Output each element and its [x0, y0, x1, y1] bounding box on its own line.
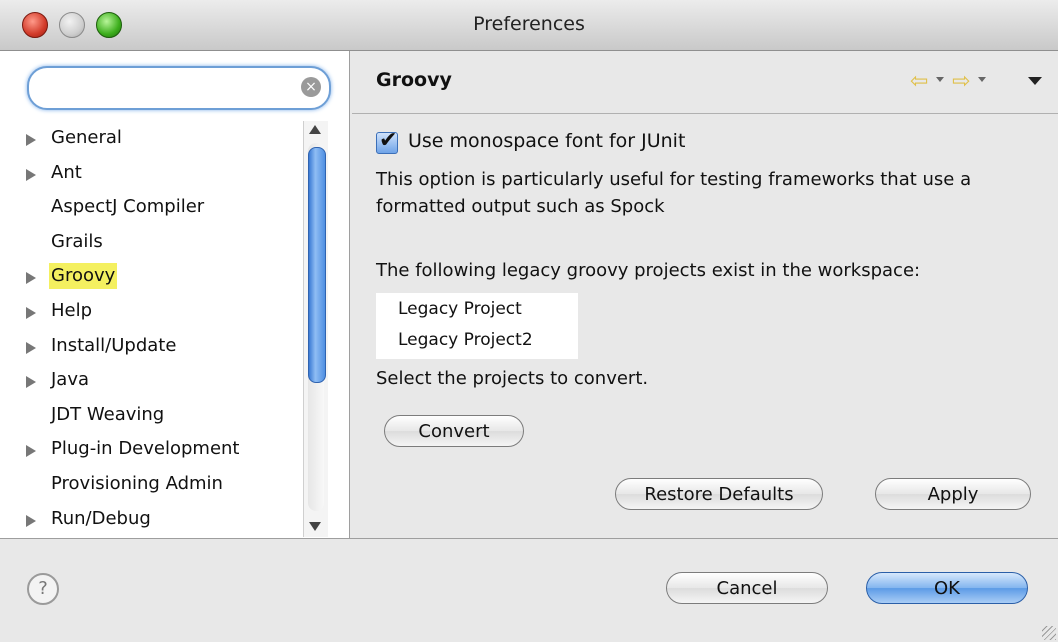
- legacy-projects-list[interactable]: Legacy Project Legacy Project2: [376, 293, 578, 359]
- tree-item-groovy[interactable]: Groovy: [0, 259, 305, 294]
- tree-item-help[interactable]: Help: [0, 294, 305, 329]
- tree-item-label: JDT Weaving: [51, 403, 165, 425]
- back-history-dropdown-icon[interactable]: [936, 77, 944, 82]
- tree-item-install-update[interactable]: Install/Update: [0, 329, 305, 364]
- scrollbar-thumb[interactable]: [308, 147, 326, 383]
- tree-item-label: Provisioning Admin: [51, 472, 223, 494]
- view-menu-icon[interactable]: [1028, 77, 1042, 85]
- filter-input[interactable]: [45, 74, 289, 100]
- filter-field[interactable]: ×: [27, 66, 331, 110]
- scroll-up-arrow-icon[interactable]: [309, 125, 321, 134]
- tree-item-label: AspectJ Compiler: [51, 196, 205, 218]
- forward-arrow-icon[interactable]: ⇨: [952, 69, 970, 94]
- tree-item-label: Java: [51, 369, 90, 391]
- monospace-description: This option is particularly useful for t…: [376, 169, 972, 217]
- checkmark-icon: ✔: [379, 128, 398, 153]
- groovy-preference-page: ✔ Use monospace font for JUnit This opti…: [352, 114, 1058, 538]
- tree-item-label: Grails: [51, 230, 103, 252]
- back-arrow-icon[interactable]: ⇦: [910, 69, 928, 94]
- resize-grip-icon[interactable]: [1042, 626, 1056, 640]
- legacy-projects-heading: The following legacy groovy projects exi…: [376, 260, 921, 281]
- tree-item-label: Ant: [51, 161, 82, 183]
- tree-item-label: Groovy: [49, 263, 118, 290]
- window-title: Preferences: [473, 13, 585, 35]
- clear-filter-icon[interactable]: ×: [301, 77, 321, 97]
- cancel-button[interactable]: Cancel: [666, 572, 828, 604]
- preference-navigation-pane: × General Ant AspectJ Compiler Grails Gr…: [0, 51, 350, 538]
- preference-tree: General Ant AspectJ Compiler Grails Groo…: [0, 121, 305, 536]
- tree-item-label: Help: [51, 299, 93, 321]
- tree-item-aspectj-compiler[interactable]: AspectJ Compiler: [0, 190, 305, 225]
- convert-button[interactable]: Convert: [384, 415, 524, 447]
- tree-item-plug-in-development[interactable]: Plug-in Development: [0, 432, 305, 467]
- expand-arrow-icon[interactable]: [26, 134, 36, 146]
- page-header: Groovy ⇦ ⇨: [352, 51, 1058, 114]
- list-item[interactable]: Legacy Project2: [398, 330, 533, 350]
- tree-scrollbar[interactable]: [303, 121, 328, 537]
- monospace-font-checkbox[interactable]: ✔: [376, 128, 398, 154]
- tree-item-jdt-weaving[interactable]: JDT Weaving: [0, 398, 305, 433]
- dialog-button-bar: ? Cancel OK: [0, 538, 1058, 642]
- tree-item-java[interactable]: Java: [0, 363, 305, 398]
- preferences-window: Preferences × General Ant AspectJ Compil…: [0, 0, 1058, 642]
- expand-arrow-icon[interactable]: [26, 341, 36, 354]
- title-bar[interactable]: Preferences: [0, 0, 1058, 51]
- select-projects-hint: Select the projects to convert.: [376, 368, 649, 389]
- help-icon[interactable]: ?: [27, 573, 59, 605]
- expand-arrow-icon[interactable]: [26, 376, 36, 389]
- tree-item-label: General: [51, 127, 122, 148]
- tree-item-ant[interactable]: Ant: [0, 156, 305, 191]
- forward-history-dropdown-icon[interactable]: [978, 77, 986, 82]
- apply-button[interactable]: Apply: [875, 478, 1031, 510]
- expand-arrow-icon[interactable]: [26, 306, 36, 319]
- expand-arrow-icon[interactable]: [26, 168, 36, 181]
- scroll-down-arrow-icon[interactable]: [309, 522, 321, 531]
- tree-item-grails[interactable]: Grails: [0, 225, 305, 260]
- page-title: Groovy: [376, 69, 452, 91]
- tree-item-label: Run/Debug: [51, 507, 151, 529]
- tree-item-provisioning-admin[interactable]: Provisioning Admin: [0, 467, 305, 502]
- tree-item-run-debug[interactable]: Run/Debug: [0, 502, 305, 537]
- expand-arrow-icon[interactable]: [26, 272, 36, 285]
- restore-defaults-button[interactable]: Restore Defaults: [615, 478, 823, 510]
- tree-item-label: Plug-in Development: [51, 438, 240, 460]
- list-item[interactable]: Legacy Project: [398, 299, 522, 319]
- expand-arrow-icon[interactable]: [26, 514, 36, 527]
- expand-arrow-icon[interactable]: [26, 445, 36, 458]
- tree-item-general[interactable]: General: [0, 121, 305, 156]
- monospace-font-label[interactable]: Use monospace font for JUnit: [408, 130, 685, 152]
- ok-button[interactable]: OK: [866, 572, 1028, 604]
- tree-item-label: Install/Update: [51, 334, 177, 356]
